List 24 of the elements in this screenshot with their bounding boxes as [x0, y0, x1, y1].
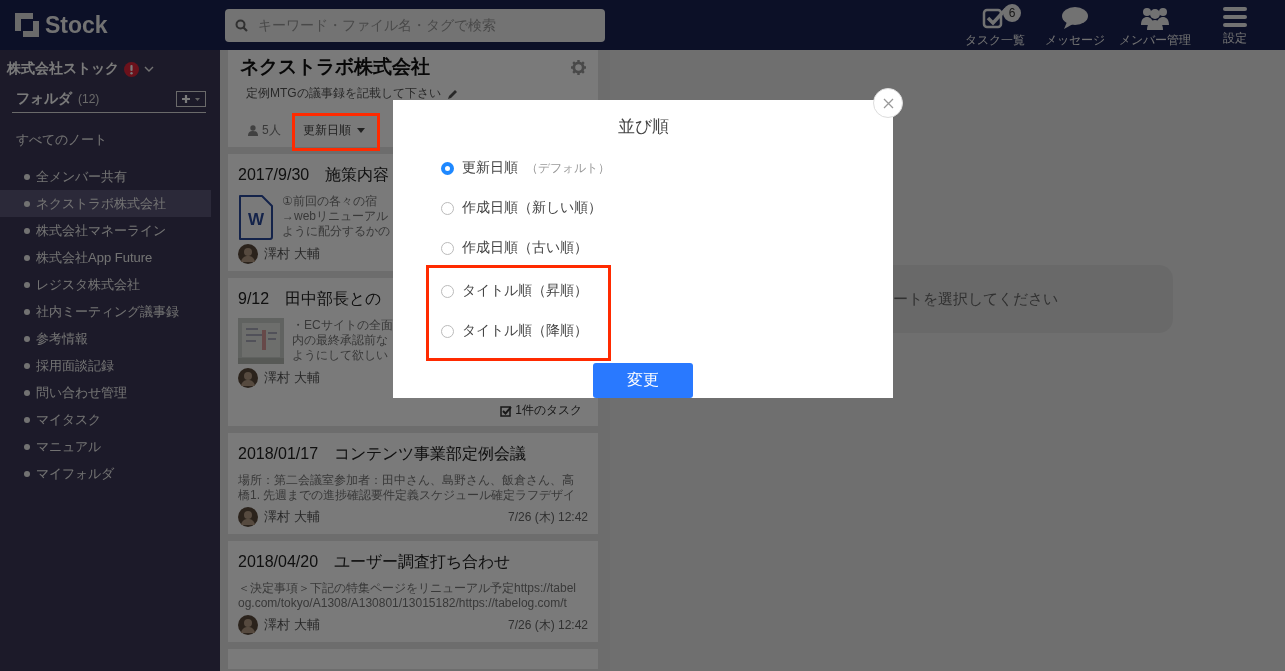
note-preview: →webリニューアル [282, 209, 389, 224]
logo-text: Stock [45, 11, 108, 39]
author-name: 澤村 大輔 [264, 616, 320, 634]
section-label: フォルダ [16, 90, 72, 108]
folder-description: 定例MTGの議事録を記載して下さい [246, 85, 441, 102]
note-title: 2018/04/20 ユーザー調査打ち合わせ [238, 552, 511, 572]
member-count: 5人 [262, 122, 281, 139]
note-date: 7/26 (木) 12:42 [507, 616, 588, 634]
author-name: 澤村 大輔 [264, 369, 320, 387]
note-title: 2018/01/17 コンテンツ事業部定例会議 [238, 444, 527, 464]
folder-title: ネクストラボ株式会社 [240, 55, 430, 79]
folder-count: (12) [78, 92, 100, 106]
note-preview: ①前回の各々の宿 [282, 194, 378, 209]
note-title: 2017/9/30 施策内容 [238, 165, 390, 185]
note-preview: 内の最終承認前な [292, 333, 389, 348]
author-name: 澤村 大輔 [264, 245, 320, 263]
note-title: 9/12 田中部長との [238, 289, 382, 309]
dialog-title: 並び順 [616, 116, 670, 138]
task-count: 1件のタスク [515, 402, 582, 419]
count-badge: 6 [1003, 3, 1021, 22]
note-date: 7/26 (木) 12:42 [507, 508, 588, 526]
author-name: 澤村 大輔 [264, 508, 320, 526]
note-preview: og.com/tokyo/A1308/A130801/13015182/https://tabelog.com/t [238, 596, 568, 611]
word-file-icon: W [238, 194, 274, 240]
